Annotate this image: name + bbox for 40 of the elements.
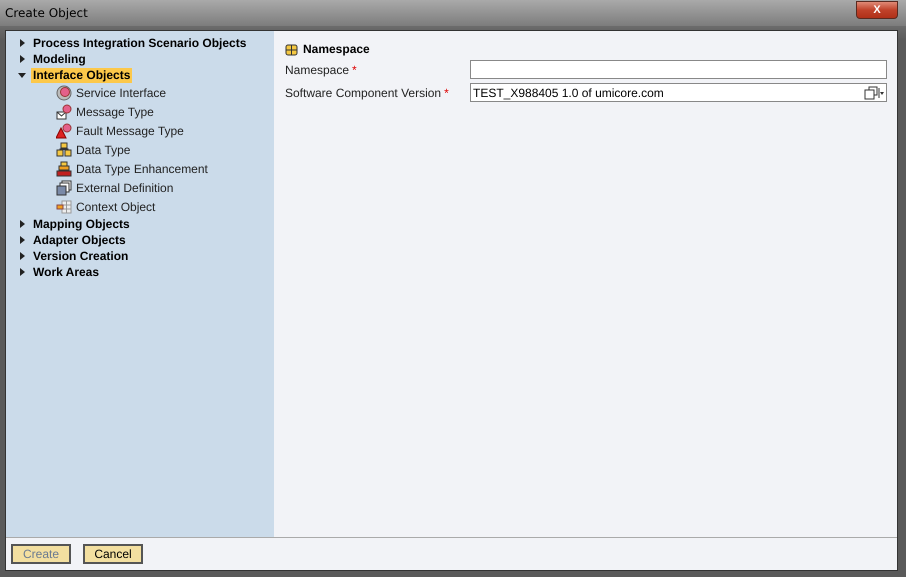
expand-arrow-icon[interactable] — [18, 220, 26, 228]
tree-item[interactable]: Version Creation — [31, 248, 130, 264]
required-marker: * — [444, 86, 449, 100]
tree-item[interactable]: Interface Objects — [31, 68, 132, 82]
dialog-button[interactable]: Cancel — [83, 544, 143, 564]
close-button[interactable]: X — [856, 1, 898, 19]
tree-item[interactable]: Context Object — [76, 200, 156, 214]
field-label: Namespace — [285, 62, 350, 76]
field-label: Software Component Version — [285, 86, 442, 100]
grid-icon — [56, 198, 72, 214]
tree-item[interactable]: External Definition — [76, 180, 174, 194]
input-field[interactable] — [470, 60, 887, 79]
expand-arrow-icon[interactable] — [18, 39, 26, 47]
window-title: Create Object — [5, 6, 88, 20]
required-marker: * — [352, 62, 357, 76]
tree-item[interactable]: Work Areas — [31, 264, 102, 280]
expand-arrow-icon[interactable] — [18, 252, 26, 260]
expand-arrow-icon[interactable] — [18, 55, 26, 63]
section-heading: Namespace — [303, 42, 370, 56]
tree-item[interactable]: Mapping Objects — [31, 216, 132, 232]
cube-icon — [285, 42, 298, 56]
tree-item[interactable]: Service Interface — [76, 86, 166, 100]
expand-arrow-icon[interactable] — [18, 236, 26, 244]
documents-icon — [56, 180, 72, 196]
tree-item[interactable]: Modeling — [31, 52, 88, 66]
tree-item[interactable]: Adapter Objects — [31, 232, 128, 248]
envelope-icon — [56, 104, 72, 120]
tree-item[interactable]: Fault Message Type — [76, 124, 184, 138]
input-field[interactable]: TEST_X988405 1.0 of umicore.com — [470, 83, 887, 102]
tree-item[interactable]: Message Type — [76, 104, 154, 118]
stacked-blocks-icon — [56, 160, 72, 176]
warning-icon — [56, 122, 72, 138]
expand-arrow-icon[interactable] — [18, 71, 26, 79]
tree-item[interactable]: Process Integration Scenario Objects — [31, 36, 248, 50]
blocks-icon — [56, 142, 72, 158]
expand-arrow-icon[interactable] — [18, 268, 26, 276]
value-help-icon[interactable] — [864, 86, 884, 100]
disc-icon — [56, 84, 72, 100]
tree-item[interactable]: Data Type — [76, 142, 130, 156]
tree-item[interactable]: Data Type Enhancement — [76, 162, 208, 176]
